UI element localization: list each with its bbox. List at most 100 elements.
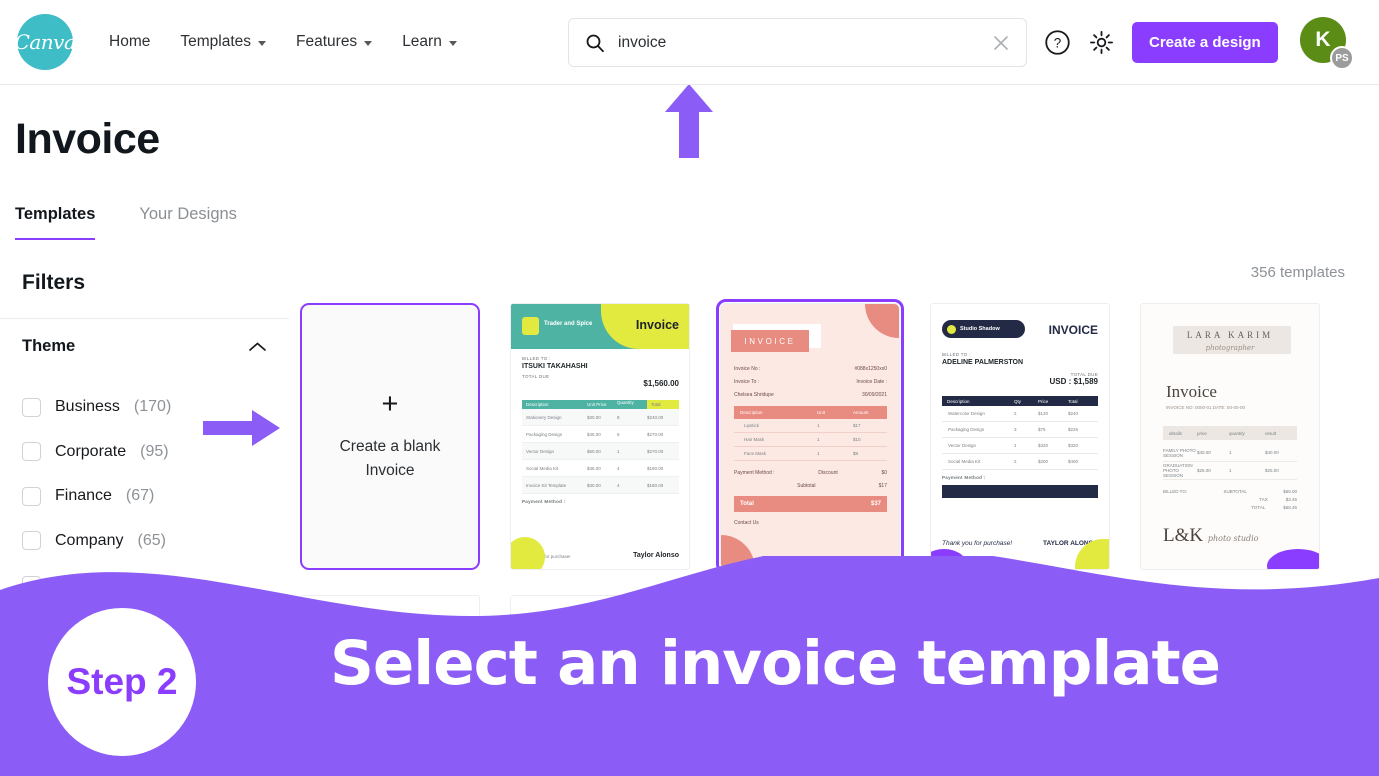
canva-search-results-page: Canva Home Templates Features Learn invo… <box>0 0 1379 776</box>
filter-count: (170) <box>133 398 172 416</box>
decorative-corner <box>865 304 899 338</box>
search-input[interactable]: invoice <box>618 34 979 52</box>
brand-logo-icon <box>522 317 539 335</box>
chevron-up-icon[interactable] <box>248 341 267 353</box>
checkbox-icon[interactable] <box>22 486 41 506</box>
row-desc: Packaging Design <box>526 431 563 437</box>
filter-item-finance[interactable]: Finance (67) <box>22 474 272 519</box>
gear-icon[interactable] <box>1088 29 1115 56</box>
row-desc: Packaging Design <box>948 427 985 432</box>
filter-label: Corporate <box>55 442 127 460</box>
table-row: Hair Mask 1 $10 <box>734 433 887 447</box>
help-icon[interactable]: ? <box>1044 29 1071 56</box>
nav-item-learn[interactable]: Learn <box>402 33 457 51</box>
column-header: Unit Price <box>587 402 607 407</box>
tab-templates[interactable]: Templates <box>15 205 96 240</box>
search-icon <box>586 34 604 52</box>
table-header: Description Unit Amount <box>734 406 887 419</box>
checkbox-icon[interactable] <box>22 397 41 417</box>
invoice-no-label: Invoice No : <box>734 366 761 372</box>
user-avatar[interactable]: K PS <box>1300 17 1354 70</box>
template-title: Invoice <box>635 318 679 332</box>
row-unit: 1 <box>817 437 820 442</box>
tab-your-designs[interactable]: Your Designs <box>139 205 237 240</box>
row-qty: 1 <box>1229 450 1232 455</box>
tax-label: TAX <box>1259 497 1268 502</box>
invoice-to-label: Invoice To : <box>734 379 760 385</box>
row-desc: GRADUATION PHOTO SESSION <box>1163 463 1193 478</box>
tax-row: TAX $3.45 <box>1163 497 1297 502</box>
checkbox-icon[interactable] <box>22 442 41 462</box>
subtotal-line: Subtotal $17 <box>734 483 887 489</box>
annotation-arrow-up-icon <box>665 84 713 158</box>
row-desc: Watercolor Design <box>948 411 985 416</box>
nav-item-templates[interactable]: Templates <box>180 33 267 51</box>
table-row: Vector Design $60.00 1 $270.00 <box>522 443 679 460</box>
subtotal-value: $17 <box>878 483 887 489</box>
template-grid: + Create a blank Invoice Trader and Spic… <box>300 299 1320 574</box>
invoice-date-label: Invoice Date : <box>856 379 887 385</box>
canva-logo[interactable]: Canva <box>15 14 76 70</box>
row-desc: Face Mask <box>744 451 767 456</box>
row-price: $45.00 <box>587 431 601 437</box>
template-table-body: FAMILY PHOTO SESSION $40.00 1 $40.00 GRA… <box>1163 444 1297 510</box>
payment-line: Payment Method : Discount $0 <box>734 470 887 476</box>
row-desc: Social Media Kit <box>948 459 981 464</box>
filter-group-theme[interactable]: Theme <box>22 337 267 356</box>
row-desc: Hair Mask <box>744 437 765 442</box>
payment-method-label: Payment Method : <box>522 499 566 504</box>
avatar-badge: PS <box>1330 46 1354 70</box>
template-card-lara-karim[interactable]: LARA KARIM photographer Invoice INVOICE … <box>1140 303 1320 570</box>
nav-item-home[interactable]: Home <box>109 33 150 51</box>
tutorial-banner: Step 2 Select an invoice template <box>0 556 1379 776</box>
clear-search-icon[interactable] <box>992 34 1010 52</box>
create-blank-line1: Create a blank <box>339 437 441 455</box>
nav-item-features[interactable]: Features <box>296 33 373 51</box>
filter-label: Company <box>55 531 124 549</box>
table-row: Watercolor Design 2 $120 $240 <box>942 406 1098 422</box>
create-a-design-button[interactable]: Create a design <box>1132 22 1278 63</box>
nav-label-learn: Learn <box>402 33 442 50</box>
total-value: $37 <box>870 501 881 507</box>
row-price: $200 <box>1038 459 1049 464</box>
column-header: Total <box>1068 398 1078 404</box>
template-card-trader-and-spice[interactable]: Trader and Spice Invoice BILLED TO : ITS… <box>510 303 690 570</box>
create-blank-label: Create a blank Invoice <box>340 435 441 483</box>
row-qty: 2 <box>1014 459 1017 464</box>
row-desc: FAMILY PHOTO SESSION <box>1163 447 1196 458</box>
total-row <box>942 485 1098 498</box>
table-row: Lipstick 1 $17 <box>734 419 887 433</box>
row-amount: $270.00 <box>647 431 664 437</box>
checkbox-icon[interactable] <box>22 531 41 551</box>
invoice-to-line: Invoice To : Invoice Date : <box>734 379 887 385</box>
template-card-blank[interactable]: + Create a blank Invoice <box>300 303 480 570</box>
row-amount: $17 <box>853 423 861 428</box>
total-label: Total <box>740 501 754 507</box>
sidebar-divider <box>0 318 289 319</box>
column-header: Description <box>947 398 970 404</box>
filter-count: (95) <box>140 442 169 460</box>
billed-row: BILLED TO: SUBTOTAL $65.00 <box>1163 489 1297 494</box>
total-value: $68.45 <box>1283 505 1297 510</box>
template-body: BILLED TO : ITSUKI TAKAHASHI TOTAL DUE $… <box>522 356 679 504</box>
top-navigation-bar: Canva Home Templates Features Learn invo… <box>0 0 1379 85</box>
total-row: Total $37 <box>734 496 887 512</box>
table-row: GRADUATION PHOTO SESSION $25.00 1 $25.00 <box>1163 462 1297 480</box>
subtotal-label: SUBTOTAL <box>1223 489 1247 494</box>
column-header: Price <box>1038 398 1049 404</box>
table-header: Description Qty Price Total <box>942 396 1098 406</box>
row-qty: 1 <box>1229 468 1232 473</box>
row-amount: $8 <box>853 451 859 456</box>
total-label: TOTAL <box>1251 505 1266 510</box>
invoice-date-value: 30/09/2021 <box>861 392 887 398</box>
template-card-studio-shadow[interactable]: Studio Shadow INVOICE BILLED TO : ADELIN… <box>930 303 1110 570</box>
billed-to-label: BILLED TO: <box>1163 489 1188 494</box>
template-card-pink-invoice[interactable]: INVOICE Invoice No : #088x1250xx0 Invoic… <box>716 299 904 574</box>
row-price: $30.00 <box>587 414 601 420</box>
nav-label-features: Features <box>296 33 358 50</box>
table-row: Packaging Design $45.00 6 $270.00 <box>522 426 679 443</box>
row-price: $30.00 <box>587 482 601 488</box>
search-bar[interactable]: invoice <box>568 18 1027 67</box>
invoice-no-value: #088x1250xx0 <box>854 366 887 372</box>
filters-title: Filters <box>22 271 86 294</box>
